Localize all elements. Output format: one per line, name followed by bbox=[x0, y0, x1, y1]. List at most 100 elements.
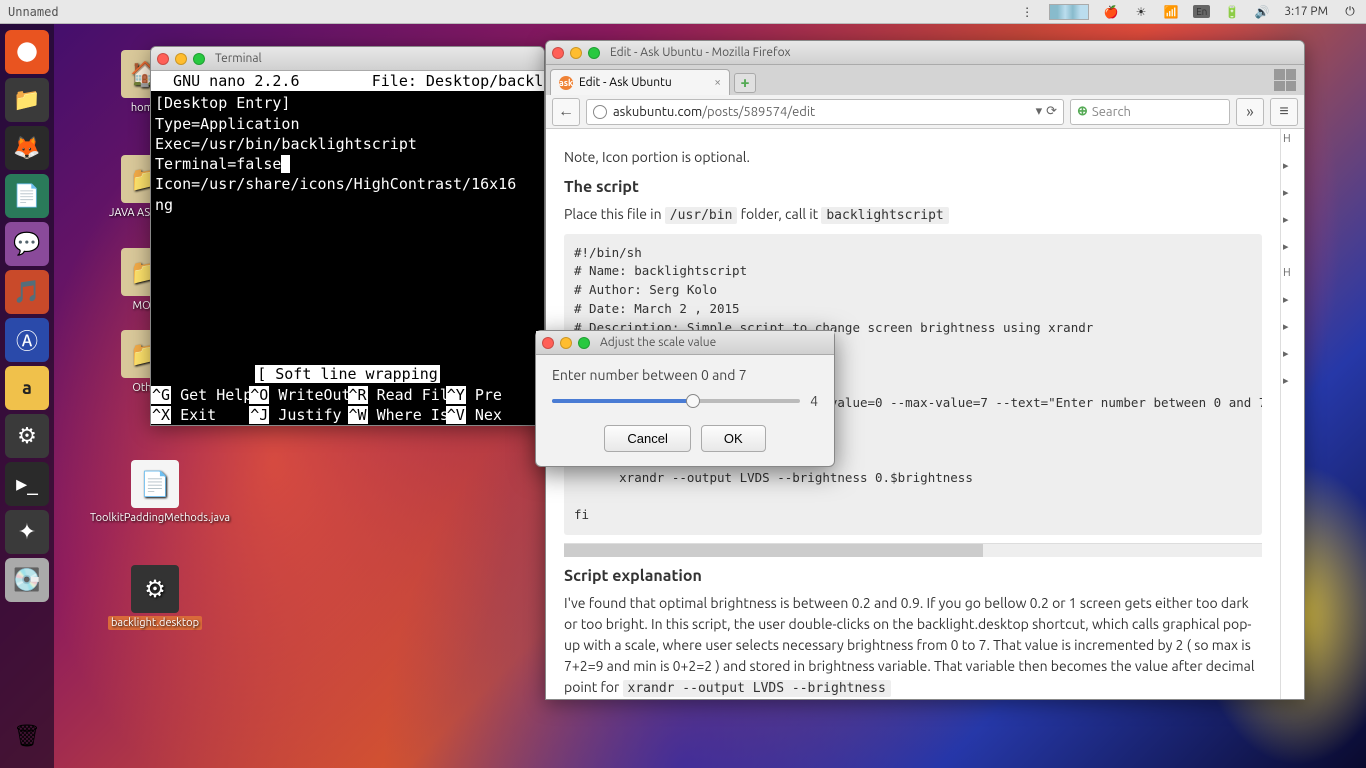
minimize-button[interactable] bbox=[175, 53, 187, 65]
sidebar-arrow-icon: ▸ bbox=[1283, 374, 1302, 387]
address-bar[interactable]: askubuntu.com/posts/589574/edit ▾⟳ bbox=[586, 99, 1064, 125]
maximize-button[interactable] bbox=[588, 47, 600, 59]
apple-icon[interactable]: 🍎 bbox=[1103, 4, 1119, 20]
firefox-icon[interactable]: 🦊 bbox=[5, 126, 49, 170]
tab-close-icon[interactable]: × bbox=[714, 76, 721, 89]
gear-icon: ⚙ bbox=[131, 565, 179, 613]
terminal-window[interactable]: Terminal GNU nano 2.2.6 File: Desktop/ba… bbox=[150, 46, 545, 426]
settings-icon[interactable]: ⚙ bbox=[5, 414, 49, 458]
nano-header: GNU nano 2.2.6 File: Desktop/backl bbox=[151, 71, 544, 91]
sidebar-arrow-icon: ▸ bbox=[1283, 320, 1302, 333]
dash-icon[interactable]: ◉ bbox=[5, 30, 49, 74]
nano-editor-content[interactable]: [Desktop Entry] Type=Application Exec=/u… bbox=[151, 91, 544, 217]
tab-groups-icon[interactable] bbox=[1274, 69, 1296, 91]
close-button[interactable] bbox=[542, 337, 554, 349]
volume-icon[interactable]: 🔊 bbox=[1254, 4, 1270, 20]
close-button[interactable] bbox=[552, 47, 564, 59]
libreoffice-icon[interactable]: 📄 bbox=[5, 174, 49, 218]
sidebar-arrow-icon: ▸ bbox=[1283, 213, 1302, 226]
note-text: Note, Icon portion is optional. bbox=[564, 147, 1262, 168]
dialog-buttons: Cancel OK bbox=[552, 425, 818, 452]
desktop-java-file[interactable]: 📄 ToolkitPaddingMethods.java bbox=[90, 460, 220, 524]
search-plus-icon: ⊕ bbox=[1077, 104, 1088, 119]
firefox-window-title: Edit - Ask Ubuntu - Mozilla Firefox bbox=[610, 46, 791, 59]
chevron-button[interactable]: » bbox=[1236, 98, 1264, 126]
heading-explanation: Script explanation bbox=[564, 567, 1262, 585]
drive-icon[interactable]: 💽 bbox=[5, 558, 49, 602]
active-window-title: Unnamed bbox=[8, 5, 59, 19]
clock[interactable]: 3:17 PM bbox=[1284, 5, 1328, 18]
sidebar-arrow-icon: ▸ bbox=[1283, 240, 1302, 253]
dialog-title: Adjust the scale value bbox=[600, 336, 716, 349]
wifi-icon[interactable]: 📶 bbox=[1163, 4, 1179, 20]
music-icon[interactable]: 🎵 bbox=[5, 270, 49, 314]
battery-icon[interactable]: 🔋 bbox=[1224, 4, 1240, 20]
slider-row: 4 bbox=[552, 393, 818, 409]
system-tray: ⋮ 🍎 ☀ 📶 En 🔋 🔊 3:17 PM ⏻ bbox=[1019, 4, 1358, 20]
system-monitor-icon[interactable] bbox=[1049, 4, 1089, 20]
maximize-button[interactable] bbox=[578, 337, 590, 349]
code-scrollbar[interactable] bbox=[564, 543, 1262, 557]
slider-thumb[interactable] bbox=[686, 394, 700, 408]
zenity-scale-dialog[interactable]: Adjust the scale value Enter number betw… bbox=[535, 330, 835, 467]
workspace-icon[interactable]: ✦ bbox=[5, 510, 49, 554]
app-store-icon[interactable]: Ⓐ bbox=[5, 318, 49, 362]
maximize-button[interactable] bbox=[193, 53, 205, 65]
top-menubar: Unnamed ⋮ 🍎 ☀ 📶 En 🔋 🔊 3:17 PM ⏻ bbox=[0, 0, 1366, 24]
amazon-icon[interactable]: a bbox=[5, 366, 49, 410]
tab-bar: ask Edit - Ask Ubuntu × + bbox=[546, 65, 1304, 95]
files-icon[interactable]: 📁 bbox=[5, 78, 49, 122]
cancel-button[interactable]: Cancel bbox=[604, 425, 690, 452]
sidebar-heading: H bbox=[1283, 267, 1302, 279]
file-icon: 📄 bbox=[131, 460, 179, 508]
heading-script: The script bbox=[564, 178, 1262, 196]
sidebar-heading: H bbox=[1283, 133, 1302, 145]
reload-icon[interactable]: ⟳ bbox=[1046, 104, 1057, 119]
slider-fill bbox=[552, 399, 693, 403]
ok-button[interactable]: OK bbox=[701, 425, 766, 452]
sidebar-arrow-icon: ▸ bbox=[1283, 159, 1302, 172]
indicator-icon[interactable]: ⋮ bbox=[1019, 4, 1035, 20]
place-text: Place this file in /usr/bin folder, call… bbox=[564, 204, 1262, 226]
search-bar[interactable]: ⊕ Search bbox=[1070, 99, 1230, 125]
explanation-text: I've found that optimal brightness is be… bbox=[564, 593, 1262, 699]
slider-value: 4 bbox=[810, 393, 818, 409]
session-icon[interactable]: ⏻ bbox=[1342, 4, 1358, 20]
firefox-titlebar[interactable]: Edit - Ask Ubuntu - Mozilla Firefox bbox=[546, 41, 1304, 65]
scale-slider[interactable] bbox=[552, 399, 800, 403]
globe-icon bbox=[593, 105, 607, 119]
nav-toolbar: ← askubuntu.com/posts/589574/edit ▾⟳ ⊕ S… bbox=[546, 95, 1304, 129]
terminal-title: Terminal bbox=[215, 52, 262, 65]
sidebar-arrow-icon: ▸ bbox=[1283, 293, 1302, 306]
sidebar-column: H ▸ ▸ ▸ ▸ H ▸ ▸ ▸ ▸ bbox=[1280, 129, 1304, 699]
desktop-backlight-file[interactable]: ⚙ backlight.desktop bbox=[90, 565, 220, 629]
close-button[interactable] bbox=[157, 53, 169, 65]
dropdown-icon[interactable]: ▾ bbox=[1036, 104, 1043, 119]
askubuntu-favicon: ask bbox=[559, 76, 573, 90]
window-controls bbox=[552, 47, 600, 59]
unity-launcher: ◉ 📁 🦊 📄 💬 🎵 Ⓐ a ⚙ ▸_ ✦ 💽 🗑 bbox=[0, 24, 54, 768]
brightness-icon[interactable]: ☀ bbox=[1133, 4, 1149, 20]
minimize-button[interactable] bbox=[570, 47, 582, 59]
pidgin-icon[interactable]: 💬 bbox=[5, 222, 49, 266]
dialog-prompt: Enter number between 0 and 7 bbox=[552, 367, 818, 383]
new-tab-button[interactable]: + bbox=[734, 73, 756, 93]
sidebar-arrow-icon: ▸ bbox=[1283, 186, 1302, 199]
terminal-content[interactable]: GNU nano 2.2.6 File: Desktop/backl [Desk… bbox=[151, 71, 544, 425]
nano-footer: [ Soft line wrapping ^G Get Help ^O Writ… bbox=[151, 364, 544, 425]
search-placeholder: Search bbox=[1092, 105, 1131, 119]
back-button[interactable]: ← bbox=[552, 98, 580, 126]
window-controls bbox=[542, 337, 590, 349]
hamburger-menu-icon[interactable]: ≡ bbox=[1270, 98, 1298, 126]
window-controls bbox=[157, 53, 205, 65]
dialog-body: Enter number between 0 and 7 4 Cancel OK bbox=[536, 355, 834, 466]
minimize-button[interactable] bbox=[560, 337, 572, 349]
dialog-titlebar[interactable]: Adjust the scale value bbox=[536, 331, 834, 355]
cursor bbox=[281, 155, 290, 173]
terminal-titlebar[interactable]: Terminal bbox=[151, 47, 544, 71]
browser-tab[interactable]: ask Edit - Ask Ubuntu × bbox=[550, 69, 730, 95]
tab-title: Edit - Ask Ubuntu bbox=[579, 76, 672, 89]
terminal-icon[interactable]: ▸_ bbox=[5, 462, 49, 506]
keyboard-layout-indicator[interactable]: En bbox=[1193, 5, 1210, 18]
trash-icon[interactable]: 🗑 bbox=[5, 714, 49, 758]
